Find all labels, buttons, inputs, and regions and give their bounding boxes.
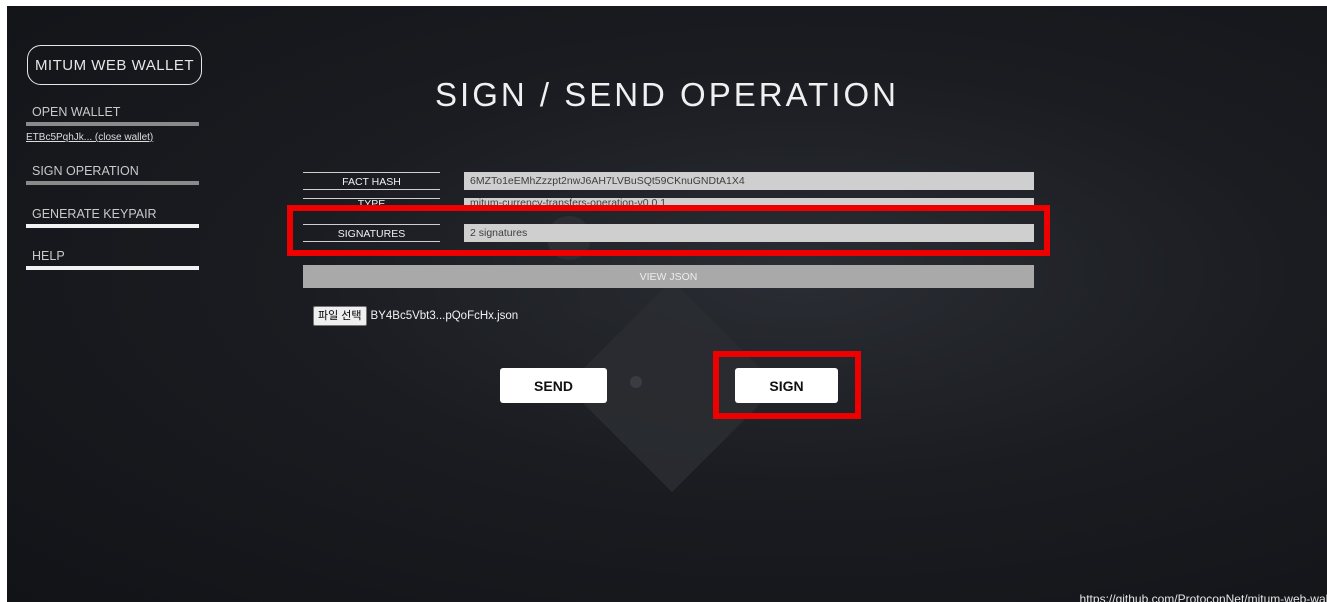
nav-generate-keypair[interactable]: GENERATE KEYPAIR [26,207,199,228]
footer-github-link[interactable]: https://github.com/ProtoconNet/mitum-web… [1080,592,1327,602]
sign-button[interactable]: SIGN [735,368,838,403]
send-button[interactable]: SEND [500,368,607,403]
signatures-row: SIGNATURES 2 signatures [303,224,1034,242]
view-json-button[interactable]: VIEW JSON [303,265,1034,288]
signatures-label: SIGNATURES [303,224,440,242]
nav-underline [26,224,199,228]
fact-hash-row: FACT HASH 6MZTo1eEMhZzzpt2nwJ6AH7LVBuSQt… [303,172,1034,190]
background-dot [630,376,642,388]
nav-help[interactable]: HELP [26,249,199,270]
type-label: TYPE [303,198,440,210]
nav-label: SIGN OPERATION [32,164,139,178]
background-circle [580,289,610,319]
close-wallet-link[interactable]: ETBc5PqhJk... (close wallet) [26,132,153,143]
choose-file-button[interactable]: 파일 선택 [313,306,367,326]
file-picker[interactable]: 파일 선택 BY4Bc5Vbt3...pQoFcHx.json [313,306,518,326]
type-value: mitum-currency-transfers-operation-v0.0.… [464,198,1034,210]
selected-file-name: BY4Bc5Vbt3...pQoFcHx.json [370,310,519,322]
nav-label: HELP [32,249,65,263]
type-row: TYPE mitum-currency-transfers-operation-… [303,198,1034,210]
nav-label: GENERATE KEYPAIR [32,207,157,221]
fact-hash-value: 6MZTo1eEMhZzzpt2nwJ6AH7LVBuSQt59CKnuGNDt… [464,172,1034,190]
nav-underline [26,266,199,270]
fact-hash-label: FACT HASH [303,172,440,190]
signatures-value: 2 signatures [464,224,1034,242]
app-window: MITUM WEB WALLET OPEN WALLET ETBc5PqhJk.… [7,6,1327,602]
nav-underline [26,122,199,126]
page-title: SIGN / SEND OPERATION [435,76,899,113]
nav-underline [26,181,199,185]
nav-sign-operation[interactable]: SIGN OPERATION [26,164,199,185]
